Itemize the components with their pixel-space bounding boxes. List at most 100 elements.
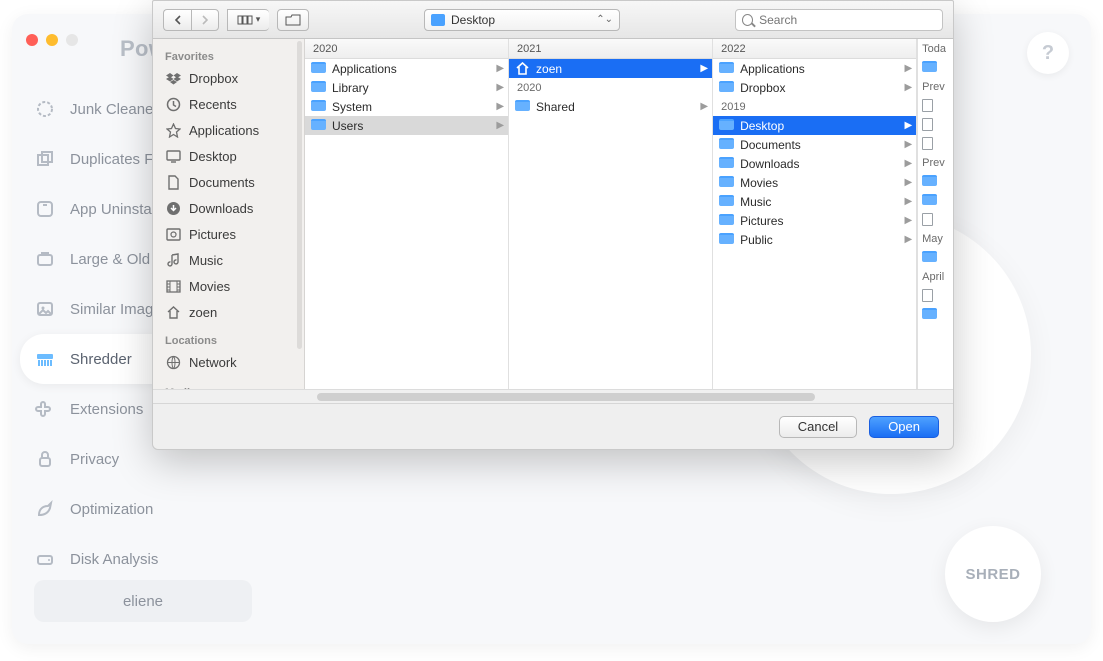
file-row[interactable] [918,286,953,305]
fav-recents[interactable]: Recents [153,91,304,117]
privacy-icon [34,448,56,470]
document-icon [922,213,937,226]
folder-icon [719,138,734,151]
folder-icon [719,214,734,227]
dialog-footer: Cancel Open [153,403,953,449]
group-button[interactable] [277,9,309,31]
apps-icon [165,122,181,138]
path-picker[interactable]: Desktop ⌃⌄ [424,9,620,31]
file-row[interactable] [918,115,953,134]
arrow-icon: ▶ [700,101,708,112]
fav-applications[interactable]: Applications [153,117,304,143]
file-row[interactable] [918,96,953,115]
sidebar-item-opt[interactable]: Optimization [20,484,234,534]
folder-icon [719,195,734,208]
fav-documents[interactable]: Documents [153,169,304,195]
file-row[interactable] [918,58,953,77]
column-header: 2020 [305,39,508,59]
file-row[interactable]: Desktop▶ [713,116,916,135]
file-row[interactable]: Public▶ [713,230,916,249]
sidebar-item-label: Disk Analysis [70,551,158,568]
file-row[interactable] [918,134,953,153]
fav-zoen[interactable]: zoen [153,299,304,325]
sidebar-heading-favorites: Favorites [153,47,304,65]
forward-button[interactable] [191,9,219,31]
file-row[interactable]: zoen▶ [509,59,712,78]
search-field[interactable] [735,9,943,31]
file-row[interactable]: Pictures▶ [713,211,916,230]
fav-desktop[interactable]: Desktop [153,143,304,169]
search-input[interactable] [759,13,936,27]
arrow-icon: ▶ [904,234,912,245]
zoom-window[interactable] [66,34,78,46]
nav-back-forward [163,9,219,31]
fav-music[interactable]: Music [153,247,304,273]
network-icon [165,354,181,370]
file-row[interactable] [918,248,953,267]
view-switcher[interactable]: ▾ [227,9,269,31]
sidebar-scrollbar[interactable] [297,41,302,349]
file-row[interactable]: Users▶ [305,116,508,135]
file-row[interactable] [918,172,953,191]
loc-network[interactable]: Network [153,349,304,375]
fav-movies[interactable]: Movies [153,273,304,299]
arrow-icon: ▶ [700,63,708,74]
file-row[interactable]: Applications▶ [305,59,508,78]
file-name: Pictures [740,214,783,228]
file-row[interactable]: Downloads▶ [713,154,916,173]
docs-icon [165,174,181,190]
folder-icon [719,233,734,246]
back-button[interactable] [163,9,191,31]
file-row[interactable]: Shared▶ [509,97,712,116]
close-window[interactable] [26,34,38,46]
minimize-window[interactable] [46,34,58,46]
ext-icon [34,398,56,420]
music-icon [165,252,181,268]
horizontal-scrollbar[interactable] [153,389,953,403]
file-row[interactable]: Dropbox▶ [713,78,916,97]
dialog-toolbar: ▾ Desktop ⌃⌄ [153,1,953,39]
file-row[interactable]: Music▶ [713,192,916,211]
arrow-icon: ▶ [904,196,912,207]
arrow-icon: ▶ [904,82,912,93]
file-row[interactable]: Movies▶ [713,173,916,192]
file-row[interactable] [918,305,953,324]
file-row[interactable]: Library▶ [305,78,508,97]
column-subheader: April [918,267,953,286]
open-button[interactable]: Open [869,416,939,438]
desktop-icon [165,148,181,164]
fav-pictures[interactable]: Pictures [153,221,304,247]
file-row[interactable] [918,210,953,229]
fav-dropbox[interactable]: Dropbox [153,65,304,91]
cancel-button[interactable]: Cancel [779,416,857,438]
account-pill[interactable]: eliene [34,580,252,622]
home-icon [515,62,530,75]
arrow-icon: ▶ [904,139,912,150]
sidebar-item-disk[interactable]: Disk Analysis [20,534,234,584]
column-2: 2022Applications▶Dropbox▶2019Desktop▶Doc… [713,39,917,389]
help-button[interactable]: ? [1027,32,1069,74]
scroll-thumb[interactable] [317,393,815,401]
folder-icon [311,119,326,132]
file-name: Users [332,119,363,133]
file-row[interactable]: Documents▶ [713,135,916,154]
window-controls [26,34,78,46]
recents-icon [165,96,181,112]
sidebar-item-label: Shredder [70,351,132,368]
sidebar-item-label: Junk Cleaner [70,101,158,118]
arrow-icon: ▶ [904,63,912,74]
downloads-icon [165,200,181,216]
file-row[interactable]: Applications▶ [713,59,916,78]
sidebar-item-label: Duplicates Fin [70,151,165,168]
dropbox-icon [165,70,181,86]
shred-button[interactable]: SHRED [945,526,1041,622]
file-row[interactable] [918,191,953,210]
sidebar-item-label: Extensions [70,401,143,418]
file-row[interactable]: System▶ [305,97,508,116]
similar-icon [34,298,56,320]
file-name: Desktop [740,119,784,133]
sidebar-item-label: Dropbox [189,71,238,86]
fav-downloads[interactable]: Downloads [153,195,304,221]
search-icon [742,14,753,26]
file-name: Applications [332,62,397,76]
